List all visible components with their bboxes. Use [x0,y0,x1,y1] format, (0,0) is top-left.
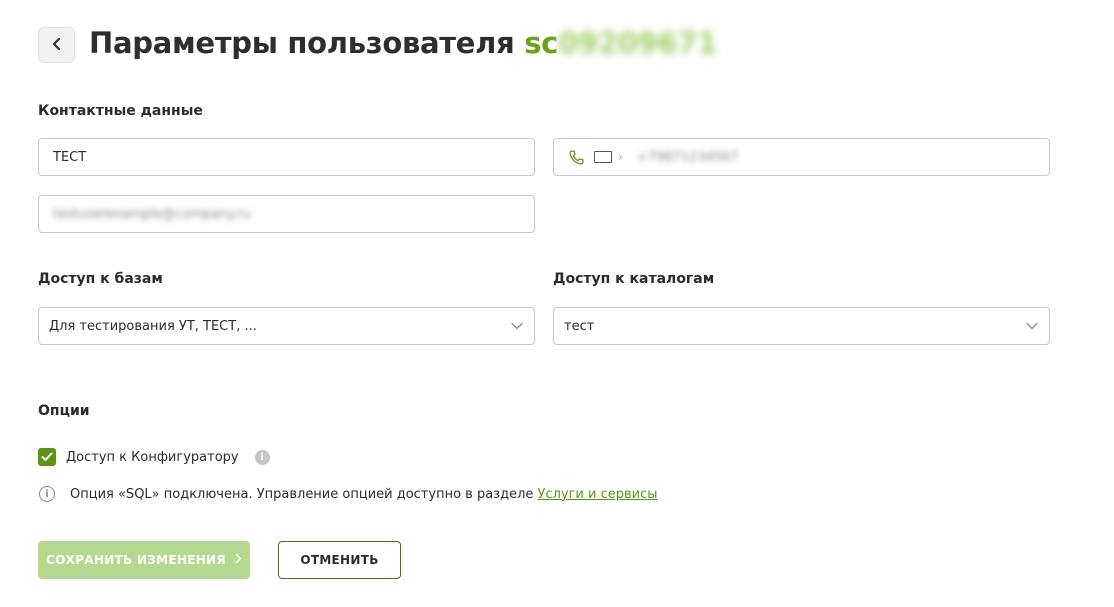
sql-option-note: i Опция «SQL» подключена. Управление опц… [39,486,658,502]
email-value[interactable]: testuserexample@company.ru [53,207,251,222]
chevron-right-icon: › [618,150,623,164]
bases-select-value: Для тестирования УТ, ТЕСТ, ... [49,318,257,334]
page-title-text: Параметры пользователя [89,26,515,60]
chevron-right-icon [235,553,242,568]
name-input[interactable] [53,149,520,165]
chevron-down-icon [510,319,524,333]
bases-select[interactable]: Для тестирования УТ, ТЕСТ, ... [38,307,535,345]
cancel-button-label: ОТМЕНИТЬ [300,553,379,567]
save-button[interactable]: СОХРАНИТЬ ИЗМЕНЕНИЯ [38,541,250,579]
chevron-left-icon [51,36,63,55]
user-id-prefix: sc [524,26,559,60]
bases-access-title: Доступ к базам [38,271,163,287]
info-icon[interactable]: i [254,449,270,465]
configurator-label: Доступ к Конфигуратору [66,449,239,465]
configurator-checkbox[interactable] [38,448,56,466]
contacts-section-title: Контактные данные [38,103,203,119]
page-title: Параметры пользователя sc09209671 [89,26,717,60]
configurator-option: Доступ к Конфигуратору i [38,448,270,466]
phone-field[interactable]: › +79871234567 [553,138,1050,176]
catalogs-select[interactable]: тест [553,307,1050,345]
chevron-down-icon [1025,319,1039,333]
check-icon [41,452,53,461]
phone-icon [568,148,586,166]
user-id-masked: 09209671 [558,26,718,60]
info-outline-icon: i [39,486,55,502]
services-link[interactable]: Услуги и сервисы [538,487,658,502]
catalogs-access-title: Доступ к каталогам [553,271,715,287]
cancel-button[interactable]: ОТМЕНИТЬ [278,541,401,579]
note-text: Опция «SQL» подключена. Управление опцие… [70,487,658,502]
phone-value[interactable]: +79871234567 [637,150,739,165]
name-field[interactable] [38,138,535,176]
save-button-label: СОХРАНИТЬ ИЗМЕНЕНИЯ [46,553,226,567]
note-message: Опция «SQL» подключена. Управление опцие… [70,486,538,502]
options-section-title: Опции [38,403,90,419]
flag-icon[interactable] [594,151,612,163]
email-field[interactable]: testuserexample@company.ru [38,195,535,233]
back-button[interactable] [38,27,75,63]
catalogs-select-value: тест [564,318,595,334]
